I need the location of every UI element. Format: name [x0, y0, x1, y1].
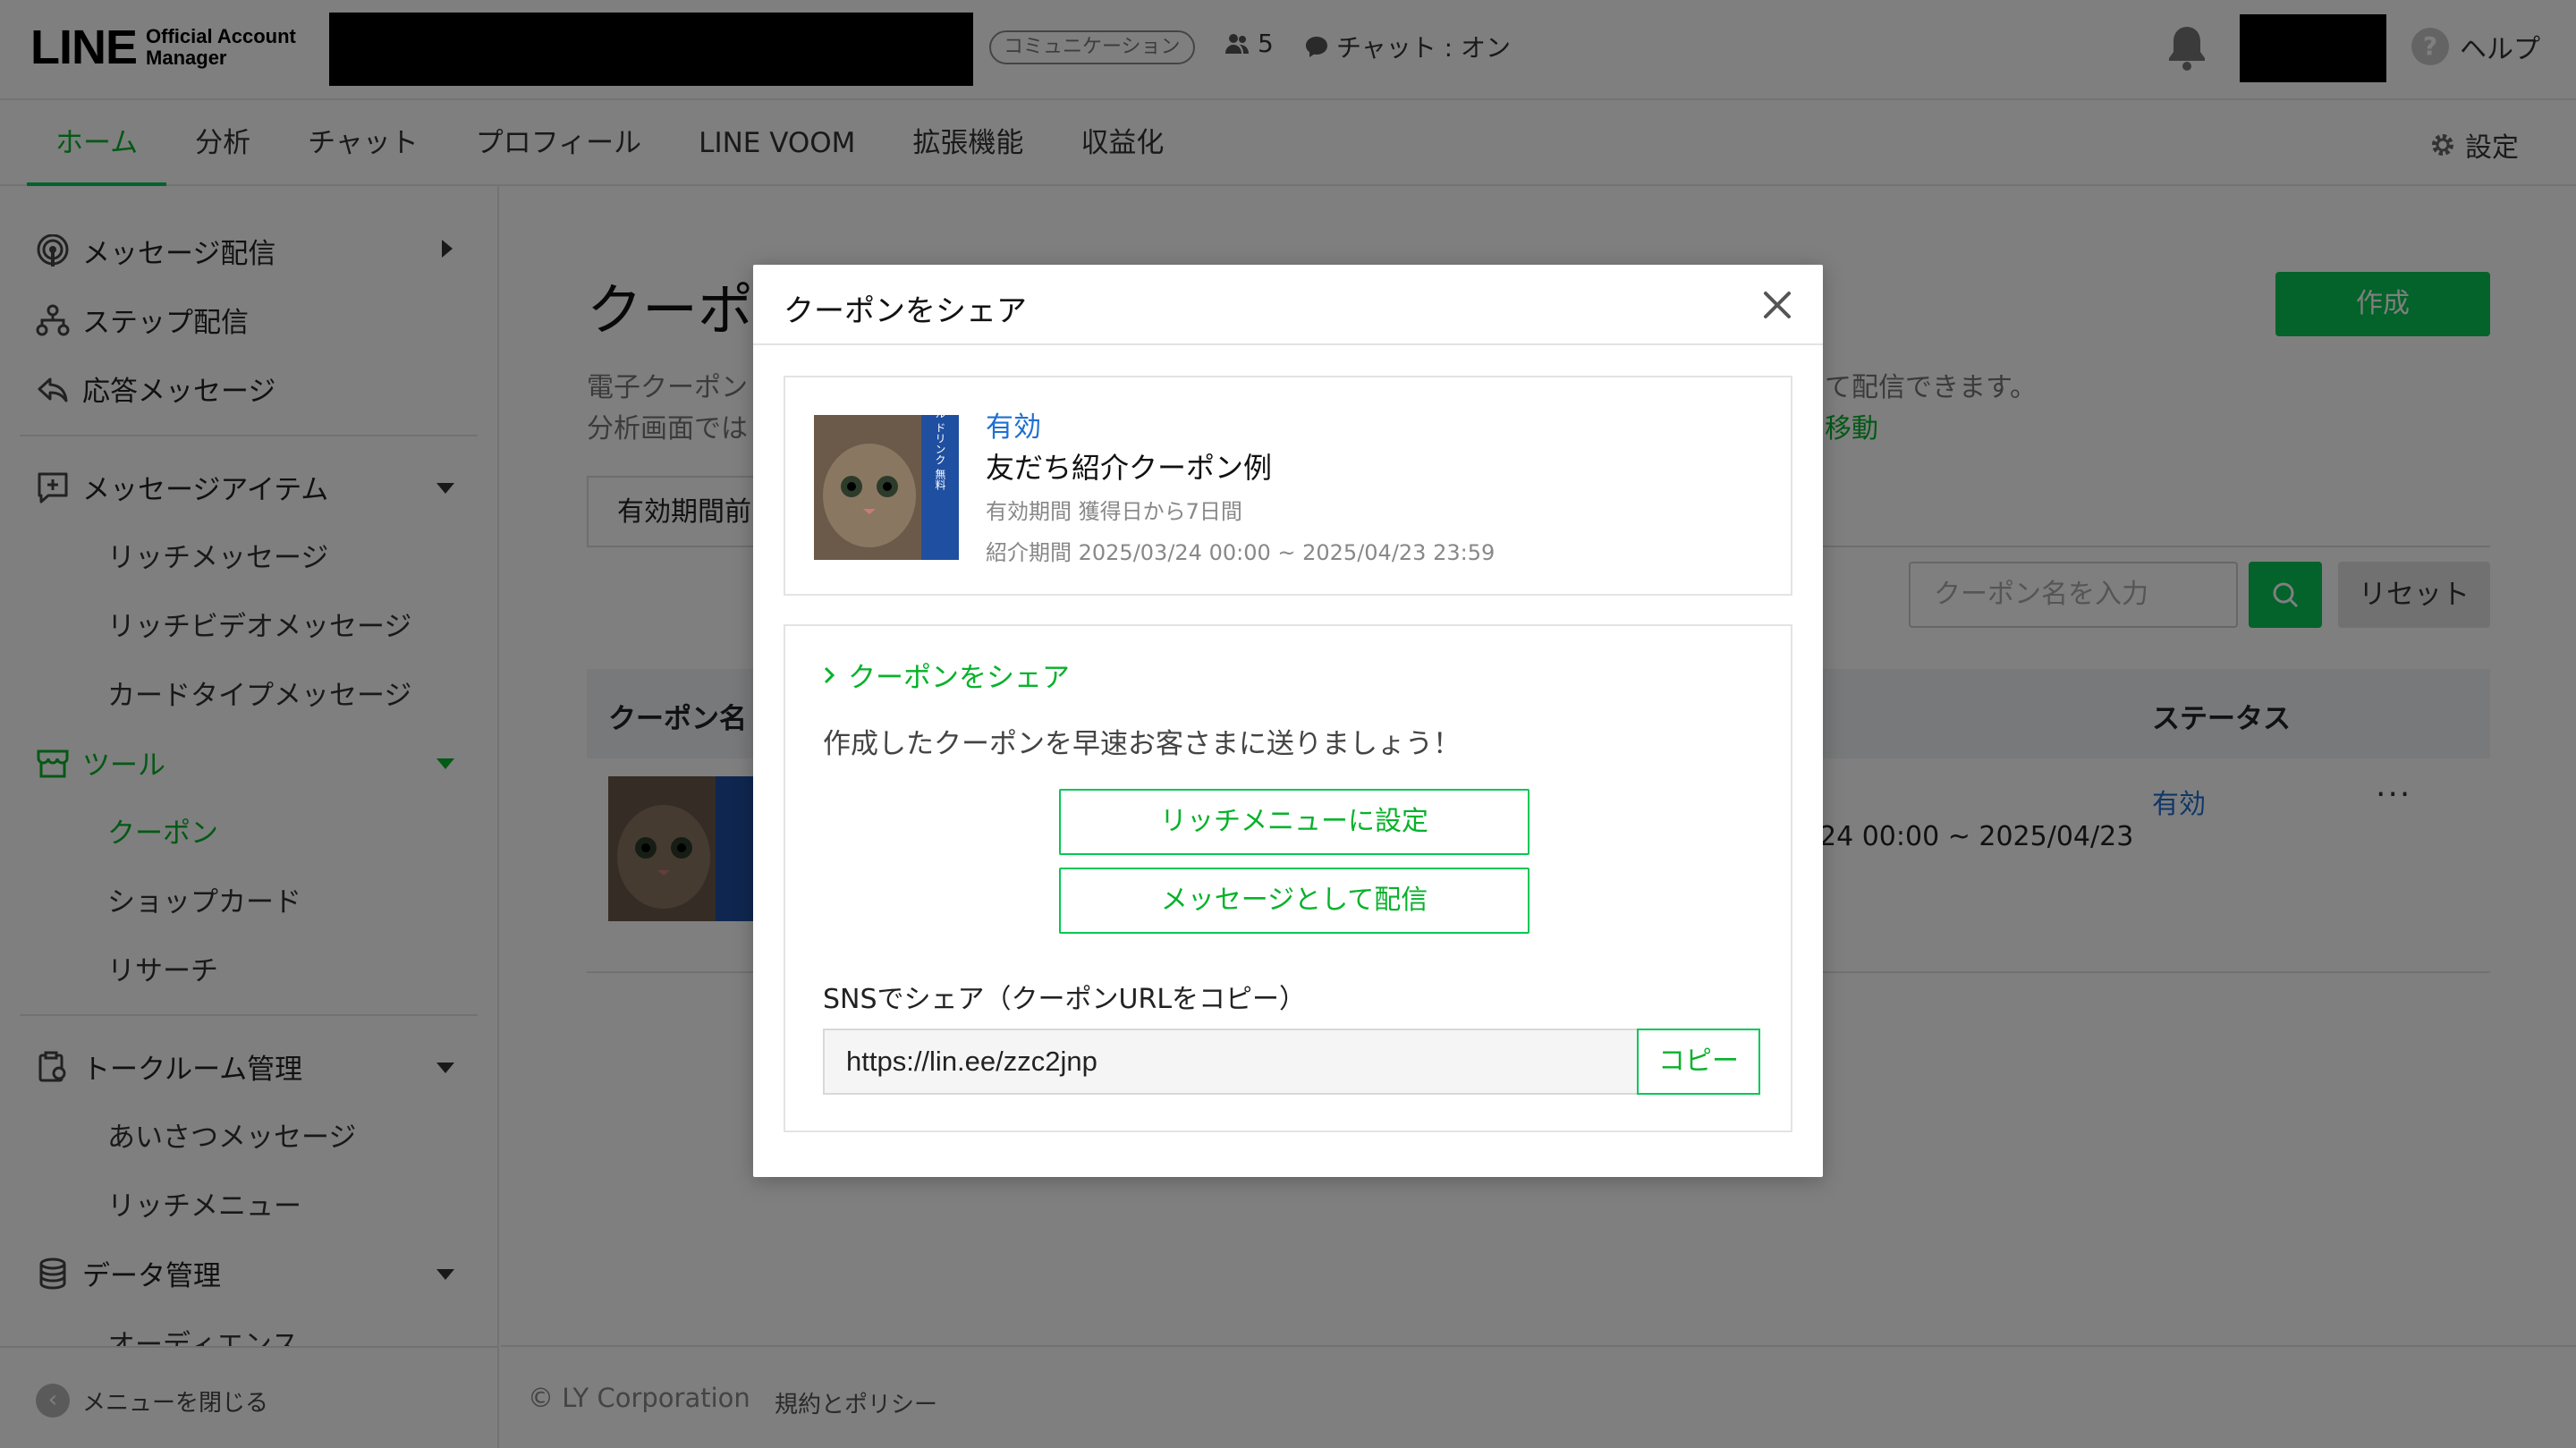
coupon-thumb-text: サンプル ドリンク 無料 — [934, 415, 946, 490]
close-icon[interactable] — [1758, 286, 1796, 324]
share-options-card: クーポンをシェア 作成したクーポンを早速お客さまに送りましょう！ リッチメニュー… — [784, 624, 1792, 1132]
copy-url-button[interactable]: コピー — [1637, 1029, 1760, 1095]
share-description: 作成したクーポンを早速お客さまに送りましょう！ — [823, 728, 1461, 760]
share-section-heading[interactable]: クーポンをシェア — [823, 655, 1070, 695]
coupon-status: 有効 — [986, 411, 1041, 444]
coupon-summary-card: サンプル ドリンク 無料 有効 友だち紹介クーポン例 有効期間 獲得日から7日間… — [784, 376, 1792, 596]
coupon-referral-period: 紹介期間 2025/03/24 00:00 ~ 2025/04/23 23:59 — [986, 540, 1496, 565]
coupon-validity: 有効期間 獲得日から7日間 — [986, 499, 1242, 524]
modal-header: クーポンをシェア — [753, 265, 1823, 345]
share-coupon-modal: クーポンをシェア サンプル ドリンク 無料 有効 友だち紹介クーポン例 有効期間… — [753, 265, 1823, 1177]
chevron-right-icon — [824, 666, 835, 683]
coupon-thumbnail: サンプル ドリンク 無料 — [814, 415, 959, 560]
coupon-name: 友だち紹介クーポン例 — [986, 451, 1273, 485]
set-rich-menu-button[interactable]: リッチメニューに設定 — [1059, 789, 1530, 855]
coupon-url-field[interactable]: https://lin.ee/zzc2jnp — [823, 1029, 1639, 1095]
send-as-message-button[interactable]: メッセージとして配信 — [1059, 868, 1530, 934]
sns-share-label: SNSでシェア（クーポンURLをコピー） — [823, 984, 1307, 1015]
share-section-label: クーポンをシェア — [848, 662, 1070, 694]
modal-title: クーポンをシェア — [784, 293, 1027, 329]
